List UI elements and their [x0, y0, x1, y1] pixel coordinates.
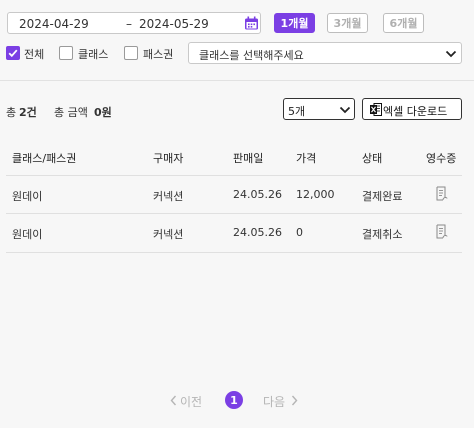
period-6-month-button[interactable]: 6개월: [383, 13, 424, 33]
column-header-receipt: 영수증: [426, 152, 457, 165]
chevron-right-icon[interactable]: [291, 395, 298, 406]
header-divider: [6, 175, 462, 176]
cell-date: 24.05.26: [233, 188, 282, 201]
class-select[interactable]: 클래스를 선택해주세요: [188, 42, 462, 64]
period-3-month-button[interactable]: 3개월: [327, 13, 368, 33]
page-size-select[interactable]: 5개: [283, 98, 355, 120]
receipt-icon[interactable]: [434, 224, 448, 240]
date-range-picker[interactable]: 2024-04-29 – 2024-05-29: [7, 12, 261, 34]
class-checkbox[interactable]: [59, 46, 73, 60]
all-checkbox[interactable]: [6, 46, 20, 60]
total-amount-label: 총 금액: [54, 106, 88, 119]
total-count-label: 총: [6, 106, 17, 119]
all-checkbox-label: 전체: [24, 48, 45, 61]
excel-download-button[interactable]: 엑셀 다운로드: [362, 98, 462, 120]
page-size-value: 5개: [288, 105, 306, 118]
cell-price: 12,000: [296, 188, 335, 201]
column-header-price: 가격: [296, 152, 317, 165]
calendar-icon[interactable]: [244, 16, 259, 31]
cell-date: 24.05.26: [233, 226, 282, 239]
prev-page-button[interactable]: 이전: [180, 393, 202, 410]
total-amount-value: 0원: [94, 106, 112, 119]
excel-download-label: 엑셀 다운로드: [383, 105, 448, 118]
column-header-status: 상태: [362, 152, 383, 165]
cell-buyer: 커넥션: [153, 228, 184, 241]
cell-item: 원데이: [12, 190, 43, 203]
cell-price: 0: [296, 226, 303, 239]
class-checkbox-label: 클래스: [78, 48, 109, 61]
pass-checkbox-label: 패스권: [143, 48, 174, 61]
class-select-value: 클래스를 선택해주세요: [199, 49, 304, 62]
period-1-month-button[interactable]: 1개월: [274, 13, 315, 33]
chevron-left-icon[interactable]: [170, 395, 177, 406]
page-1-button[interactable]: 1: [225, 391, 243, 409]
chevron-down-icon: [445, 50, 457, 58]
row-divider: [6, 252, 462, 253]
pass-checkbox[interactable]: [124, 46, 138, 60]
receipt-icon[interactable]: [434, 186, 448, 202]
column-header-date: 판매일: [233, 152, 264, 165]
row-divider: [6, 213, 462, 214]
date-separator: –: [126, 17, 132, 31]
total-count-value: 2건: [19, 106, 37, 119]
cell-item: 원데이: [12, 228, 43, 241]
end-date[interactable]: 2024-05-29: [139, 17, 209, 31]
check-icon: [8, 49, 18, 58]
cell-buyer: 커넥션: [153, 190, 184, 203]
cell-status: 결제취소: [362, 228, 403, 241]
cell-status: 결제완료: [362, 190, 403, 203]
start-date[interactable]: 2024-04-29: [19, 17, 89, 31]
chevron-down-icon: [339, 106, 351, 114]
column-header-item: 클래스/패스권: [12, 152, 77, 165]
next-page-button[interactable]: 다음: [263, 393, 285, 410]
excel-icon: [370, 103, 382, 116]
divider: [0, 80, 474, 81]
column-header-buyer: 구매자: [153, 152, 184, 165]
